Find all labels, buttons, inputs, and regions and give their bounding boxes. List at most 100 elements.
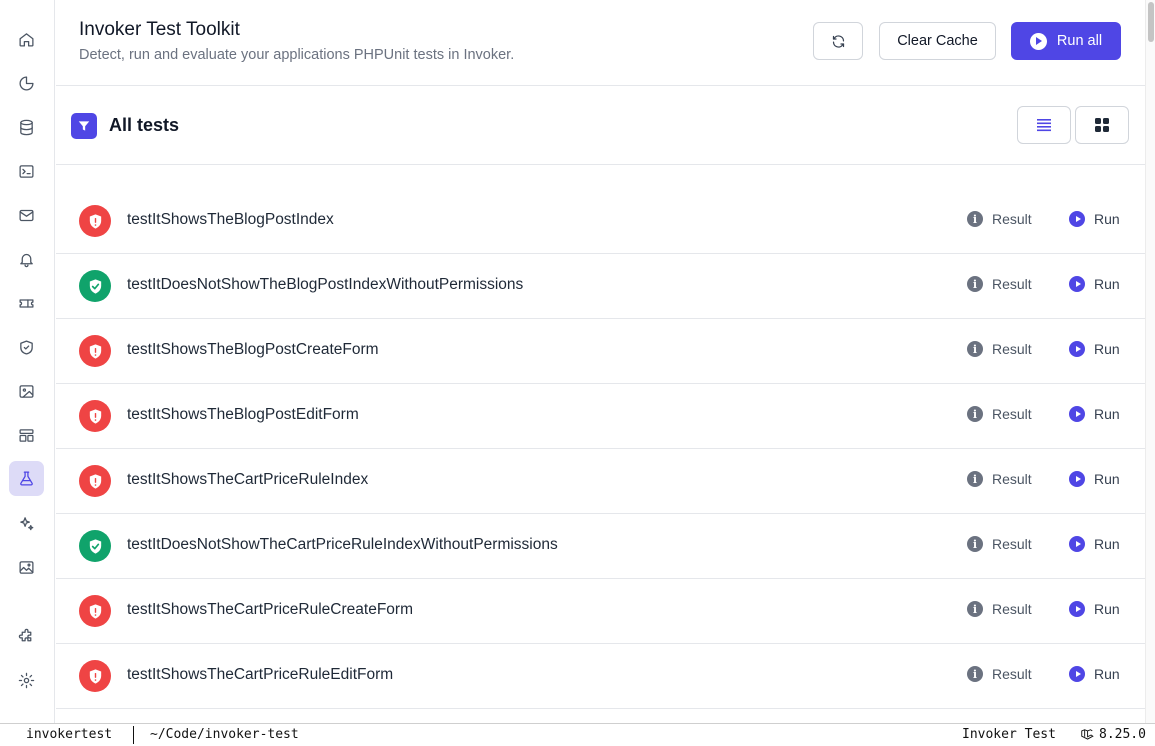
sidebar-security-button[interactable]: [9, 330, 44, 365]
pie-chart-icon: [19, 76, 34, 91]
info-icon: i: [967, 536, 983, 552]
result-button[interactable]: i Result: [967, 406, 1032, 422]
sidebar-database-button[interactable]: [9, 110, 44, 145]
sidebar-analytics-button[interactable]: [9, 66, 44, 101]
result-button[interactable]: i Result: [967, 601, 1032, 617]
mail-icon: [19, 209, 34, 222]
info-icon: i: [967, 406, 983, 422]
shield-alert-icon: [79, 400, 111, 432]
result-label: Result: [992, 471, 1032, 487]
sidebar-ai-button[interactable]: [9, 506, 44, 541]
play-icon: [1069, 666, 1085, 682]
sidebar-settings-button[interactable]: [9, 663, 44, 698]
play-icon: [1029, 32, 1047, 50]
result-button[interactable]: i Result: [967, 276, 1032, 292]
test-name: testItShowsTheBlogPostCreateForm: [127, 341, 379, 358]
clear-cache-button[interactable]: Clear Cache: [879, 22, 996, 60]
run-all-button[interactable]: Run all: [1011, 22, 1121, 60]
test-name: testItShowsTheCartPriceRuleCreateForm: [127, 601, 413, 618]
puzzle-icon: [18, 628, 32, 642]
sidebar-tickets-button[interactable]: [9, 286, 44, 321]
refresh-button[interactable]: [813, 22, 863, 60]
tests-toolbar: All tests: [56, 86, 1145, 165]
result-button[interactable]: i Result: [967, 341, 1032, 357]
sidebar-tests-button[interactable]: [9, 461, 44, 496]
sidebar-images-button[interactable]: [9, 374, 44, 409]
database-icon: [20, 119, 33, 136]
scrollbar[interactable]: [1145, 0, 1155, 723]
status-site: Invoker Test: [962, 727, 1056, 742]
info-icon: i: [967, 666, 983, 682]
sidebar-extensions-button[interactable]: [9, 619, 44, 654]
refresh-icon: [832, 34, 844, 48]
list-view-button[interactable]: [1017, 106, 1071, 144]
sidebar-layout-button[interactable]: [9, 418, 44, 453]
run-label: Run: [1094, 276, 1120, 292]
test-row: testItShowsTheCartPriceRuleIndex i Result R…: [56, 449, 1145, 514]
result-button[interactable]: i Result: [967, 666, 1032, 682]
shield-alert-icon: [79, 660, 111, 692]
info-icon: i: [967, 471, 983, 487]
run-button[interactable]: Run: [1069, 276, 1120, 292]
sidebar-mail-button[interactable]: [9, 198, 44, 233]
info-icon: i: [967, 341, 983, 357]
run-button[interactable]: Run: [1069, 406, 1120, 422]
run-all-label: Run all: [1056, 33, 1103, 49]
info-icon: i: [967, 601, 983, 617]
sparkles-icon: [20, 517, 34, 531]
image-icon: [19, 385, 34, 398]
funnel-icon: [78, 121, 90, 131]
result-label: Result: [992, 536, 1032, 552]
play-icon: [1069, 211, 1085, 227]
grid-view-button[interactable]: [1075, 106, 1129, 144]
run-button[interactable]: Run: [1069, 471, 1120, 487]
test-row: testItDoesNotShowTheBlogPostIndexWithout…: [56, 254, 1145, 319]
status-app-name: invokertest: [26, 727, 113, 742]
test-row: testItShowsTheBlogPostCreateForm i Result R…: [56, 319, 1145, 384]
run-button[interactable]: Run: [1069, 601, 1120, 617]
bell-icon: [20, 253, 33, 268]
result-button[interactable]: i Result: [967, 211, 1032, 227]
page-subtitle: Detect, run and evaluate your applicatio…: [79, 47, 515, 63]
test-row: testItShowsTheCartPriceRuleEditForm i Resu…: [56, 644, 1145, 709]
run-label: Run: [1094, 536, 1120, 552]
test-name: testItShowsTheBlogPostIndex: [127, 211, 334, 228]
play-icon: [1069, 536, 1085, 552]
result-button[interactable]: i Result: [967, 471, 1032, 487]
run-label: Run: [1094, 341, 1120, 357]
shield-alert-icon: [79, 335, 111, 367]
status-version: 8.25.0: [1080, 727, 1146, 742]
run-button[interactable]: Run: [1069, 341, 1120, 357]
list-icon: [1037, 119, 1051, 132]
photo-icon: [19, 561, 34, 574]
status-path: ~/Code/invoker-test: [150, 727, 299, 742]
home-icon: [19, 33, 34, 47]
shield-check-icon: [79, 530, 111, 562]
shield-check-icon: [79, 270, 111, 302]
sidebar-notifications-button[interactable]: [9, 242, 44, 277]
result-label: Result: [992, 601, 1032, 617]
test-name: testItShowsTheCartPriceRuleEditForm: [127, 666, 394, 683]
layout-icon: [19, 429, 34, 442]
test-list: testItShowsTheBlogPostIndex i Result Run tes…: [56, 189, 1145, 709]
sidebar-home-button[interactable]: [9, 22, 44, 57]
clear-cache-label: Clear Cache: [897, 33, 978, 49]
sidebar-terminal-button[interactable]: [9, 154, 44, 189]
run-label: Run: [1094, 601, 1120, 617]
section-title: All tests: [109, 115, 180, 135]
run-button[interactable]: Run: [1069, 536, 1120, 552]
test-row: testItDoesNotShowTheCartPriceRuleIndexWi…: [56, 514, 1145, 579]
laravel-icon: [1081, 728, 1094, 740]
sidebar-media-button[interactable]: [9, 550, 44, 585]
page-header: Invoker Test Toolkit Detect, run and eva…: [56, 0, 1145, 86]
grid-icon: [1095, 118, 1109, 132]
scrollbar-thumb[interactable]: [1148, 2, 1154, 42]
run-label: Run: [1094, 666, 1120, 682]
filter-icon[interactable]: [71, 113, 97, 139]
result-button[interactable]: i Result: [967, 536, 1032, 552]
run-button[interactable]: Run: [1069, 211, 1120, 227]
play-icon: [1069, 406, 1085, 422]
play-icon: [1069, 601, 1085, 617]
test-name: testItDoesNotShowTheCartPriceRuleIndexWi…: [127, 536, 558, 553]
run-button[interactable]: Run: [1069, 666, 1120, 682]
